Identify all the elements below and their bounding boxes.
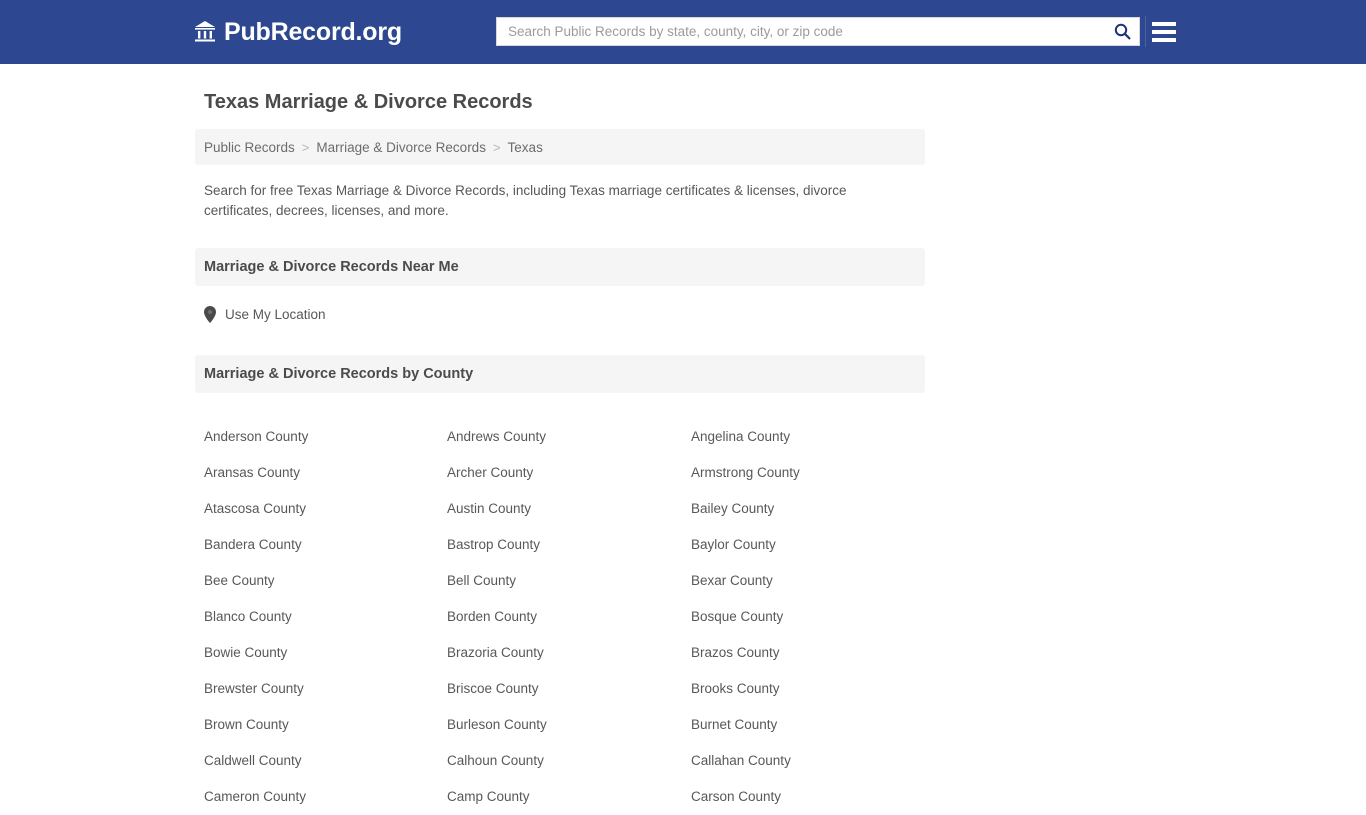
hamburger-bar-3 bbox=[1152, 37, 1176, 42]
site-logo-text: PubRecord.org bbox=[224, 18, 402, 46]
county-link[interactable]: Anderson County bbox=[195, 419, 438, 455]
search-icon bbox=[1114, 23, 1130, 40]
county-link[interactable]: Bexar County bbox=[682, 563, 925, 599]
county-link[interactable]: Carson County bbox=[682, 779, 925, 815]
breadcrumb-separator: > bbox=[301, 139, 310, 155]
hamburger-bar-2 bbox=[1152, 29, 1176, 34]
search-bar bbox=[496, 17, 1140, 46]
bank-building-icon bbox=[195, 21, 215, 42]
county-link[interactable]: Briscoe County bbox=[438, 671, 682, 707]
county-link[interactable]: Bowie County bbox=[195, 635, 438, 671]
breadcrumb: Public Records > Marriage & Divorce Reco… bbox=[195, 129, 925, 165]
breadcrumb-separator: > bbox=[492, 139, 501, 155]
county-link[interactable]: Brown County bbox=[195, 707, 438, 743]
page-description: Search for free Texas Marriage & Divorce… bbox=[204, 183, 847, 218]
county-link[interactable]: Baylor County bbox=[682, 527, 925, 563]
county-link[interactable]: Bosque County bbox=[682, 599, 925, 635]
county-link[interactable]: Bastrop County bbox=[438, 527, 682, 563]
section-heading-near-me: Marriage & Divorce Records Near Me bbox=[195, 248, 925, 286]
county-link[interactable]: Borden County bbox=[438, 599, 682, 635]
hamburger-bar-1 bbox=[1152, 21, 1176, 26]
county-list: Anderson County Andrews County Angelina Co… bbox=[195, 419, 925, 815]
county-link[interactable]: Atascosa County bbox=[195, 491, 438, 527]
search-input[interactable] bbox=[497, 18, 1105, 45]
county-link[interactable]: Brazos County bbox=[682, 635, 925, 671]
county-link[interactable]: Callahan County bbox=[682, 743, 925, 779]
county-link[interactable]: Bee County bbox=[195, 563, 438, 599]
map-pin-icon bbox=[204, 306, 216, 323]
county-link[interactable]: Austin County bbox=[438, 491, 682, 527]
main-content: Texas Marriage & Divorce Records Public … bbox=[195, 64, 925, 815]
county-link[interactable]: Bailey County bbox=[682, 491, 925, 527]
county-link[interactable]: Camp County bbox=[438, 779, 682, 815]
breadcrumb-item-marriage-divorce-records[interactable]: Marriage & Divorce Records bbox=[316, 140, 486, 155]
county-link[interactable]: Bell County bbox=[438, 563, 682, 599]
county-link[interactable]: Armstrong County bbox=[682, 455, 925, 491]
site-header: PubRecord.org bbox=[0, 0, 1366, 64]
county-link[interactable]: Archer County bbox=[438, 455, 682, 491]
county-link[interactable]: Brooks County bbox=[682, 671, 925, 707]
county-link[interactable]: Aransas County bbox=[195, 455, 438, 491]
hamburger-menu-button[interactable] bbox=[1152, 17, 1176, 46]
county-link[interactable]: Blanco County bbox=[195, 599, 438, 635]
county-link[interactable]: Burnet County bbox=[682, 707, 925, 743]
breadcrumb-item-public-records[interactable]: Public Records bbox=[204, 140, 295, 155]
site-logo-link[interactable]: PubRecord.org bbox=[194, 18, 402, 46]
use-my-location-link[interactable]: Use My Location bbox=[204, 306, 326, 323]
county-link[interactable]: Cameron County bbox=[195, 779, 438, 815]
breadcrumb-item-texas: Texas bbox=[507, 139, 543, 155]
county-link[interactable]: Burleson County bbox=[438, 707, 682, 743]
page-title: Texas Marriage & Divorce Records bbox=[204, 91, 533, 113]
header-divider bbox=[1145, 16, 1146, 47]
county-link[interactable]: Brewster County bbox=[195, 671, 438, 707]
county-link[interactable]: Andrews County bbox=[438, 419, 682, 455]
county-link[interactable]: Calhoun County bbox=[438, 743, 682, 779]
county-link[interactable]: Angelina County bbox=[682, 419, 925, 455]
county-link[interactable]: Brazoria County bbox=[438, 635, 682, 671]
county-link[interactable]: Bandera County bbox=[195, 527, 438, 563]
county-link[interactable]: Caldwell County bbox=[195, 743, 438, 779]
search-submit-button[interactable] bbox=[1105, 18, 1139, 45]
use-my-location-label: Use My Location bbox=[225, 307, 326, 322]
section-heading-by-county: Marriage & Divorce Records by County bbox=[195, 355, 925, 393]
